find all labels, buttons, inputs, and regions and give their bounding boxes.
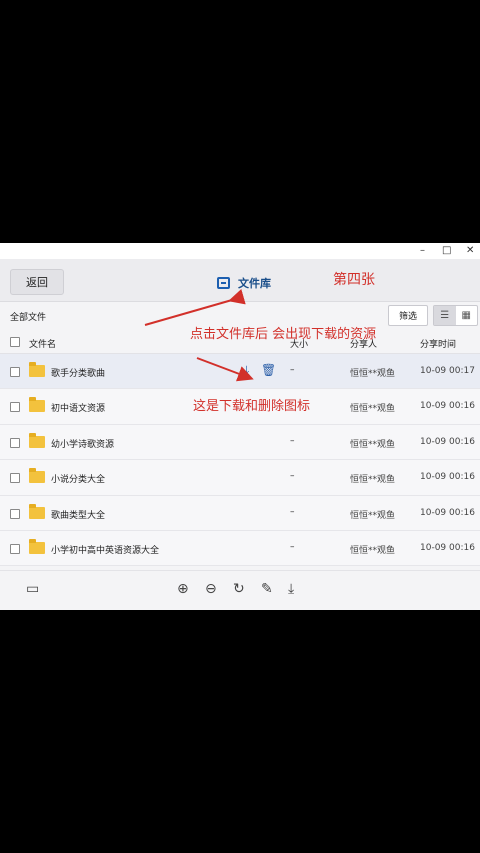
- save-icon[interactable]: ▭: [26, 579, 39, 599]
- app-window: – □ ✕ 返回 文件库 全部文件 筛选 ☰ ▦ 文件名 大小 分享人 分享时间…: [0, 243, 480, 610]
- trash-icon[interactable]: 🗑: [261, 363, 276, 377]
- file-sharer: 恒恒**观鱼: [350, 510, 396, 521]
- folder-icon: [29, 468, 45, 484]
- row-checkbox[interactable]: [10, 473, 20, 484]
- maximize-button[interactable]: □: [442, 244, 451, 258]
- file-size: –: [290, 506, 295, 517]
- file-time: 10-09 00:16: [420, 542, 475, 553]
- table-row[interactable]: 小说分类大全 – 恒恒**观鱼 10-09 00:16: [0, 460, 480, 496]
- row-checkbox[interactable]: [10, 402, 20, 413]
- title-bar: – □ ✕: [0, 243, 480, 259]
- table-row[interactable]: 幼小学诗歌资源 – 恒恒**观鱼 10-09 00:16: [0, 424, 480, 461]
- table-row[interactable]: 歌手分类歌曲 ⤓ 🗑 – 恒恒**观鱼 10-09 00:17: [0, 354, 480, 390]
- download-icon[interactable]: ⤓: [288, 579, 294, 599]
- row-checkbox[interactable]: [10, 367, 20, 377]
- zoom-in-icon[interactable]: ⊕: [177, 579, 189, 599]
- file-name: 歌手分类歌曲: [51, 369, 106, 379]
- list-view-icon[interactable]: ☰: [434, 306, 456, 325]
- file-name: 歌曲类型大全: [51, 510, 106, 521]
- file-sharer: 恒恒**观鱼: [350, 475, 396, 486]
- file-name: 幼小学诗歌资源: [51, 439, 115, 450]
- monitor-icon: [217, 277, 230, 289]
- library-note-annotation: 点击文件库后 会出现下载的资源: [190, 327, 377, 342]
- row-checkbox[interactable]: [10, 508, 20, 519]
- file-time: 10-09 00:16: [420, 436, 475, 447]
- back-button[interactable]: 返回: [10, 269, 64, 295]
- bottom-toolbar: ▭ ⊕ ⊖ ↻ ✎ ⤓: [0, 570, 480, 610]
- column-name[interactable]: 文件名: [29, 337, 56, 350]
- file-size: –: [290, 471, 295, 482]
- rotate-icon[interactable]: ↻: [233, 579, 245, 599]
- file-time: 10-09 00:16: [420, 401, 475, 412]
- filter-button[interactable]: 筛选: [388, 305, 428, 326]
- minimize-button[interactable]: –: [420, 244, 425, 258]
- file-size: –: [290, 541, 295, 552]
- folder-icon: [29, 432, 45, 448]
- file-time: 10-09 00:16: [420, 507, 475, 518]
- header-bar: 返回 文件库: [0, 259, 480, 302]
- breadcrumb[interactable]: 全部文件: [10, 310, 46, 323]
- file-sharer: 恒恒**观鱼: [350, 439, 396, 450]
- file-sharer: 恒恒**观鱼: [350, 545, 396, 556]
- library-tab[interactable]: 文件库: [217, 275, 271, 291]
- file-name: 小说分类大全: [51, 475, 106, 486]
- grid-view-icon[interactable]: ▦: [456, 306, 478, 325]
- table-row[interactable]: 歌曲类型大全 – 恒恒**观鱼 10-09 00:16: [0, 495, 480, 531]
- folder-icon: [29, 362, 45, 377]
- page-tag-annotation: 第四张: [333, 272, 375, 288]
- icons-note-annotation: 这是下载和删除图标: [193, 399, 311, 414]
- file-size: –: [290, 435, 295, 446]
- column-time[interactable]: 分享时间: [420, 337, 456, 350]
- view-toggle: ☰ ▦: [433, 305, 478, 326]
- folder-icon: [29, 397, 45, 413]
- file-list: 歌手分类歌曲 ⤓ 🗑 – 恒恒**观鱼 10-09 00:17 初中语文资源 恒…: [0, 354, 480, 567]
- file-name: 小学初中高中英语资源大全: [51, 545, 160, 556]
- library-title: 文件库: [238, 277, 271, 290]
- folder-icon: [29, 538, 45, 554]
- file-sharer: 恒恒**观鱼: [350, 369, 396, 379]
- file-name: 初中语文资源: [51, 404, 106, 415]
- file-sharer: 恒恒**观鱼: [350, 404, 396, 415]
- file-size: –: [290, 365, 295, 375]
- file-time: 10-09 00:17: [420, 366, 475, 376]
- download-icon[interactable]: ⤓: [244, 363, 249, 378]
- row-checkbox[interactable]: [10, 543, 20, 554]
- select-all-checkbox[interactable]: [10, 337, 20, 347]
- edit-icon[interactable]: ✎: [261, 579, 273, 599]
- file-time: 10-09 00:16: [420, 472, 475, 483]
- row-checkbox[interactable]: [10, 437, 20, 448]
- close-button[interactable]: ✕: [466, 244, 474, 258]
- table-row[interactable]: 小学初中高中英语资源大全 – 恒恒**观鱼 10-09 00:16: [0, 530, 480, 567]
- folder-icon: [29, 503, 45, 519]
- zoom-out-icon[interactable]: ⊖: [205, 579, 217, 599]
